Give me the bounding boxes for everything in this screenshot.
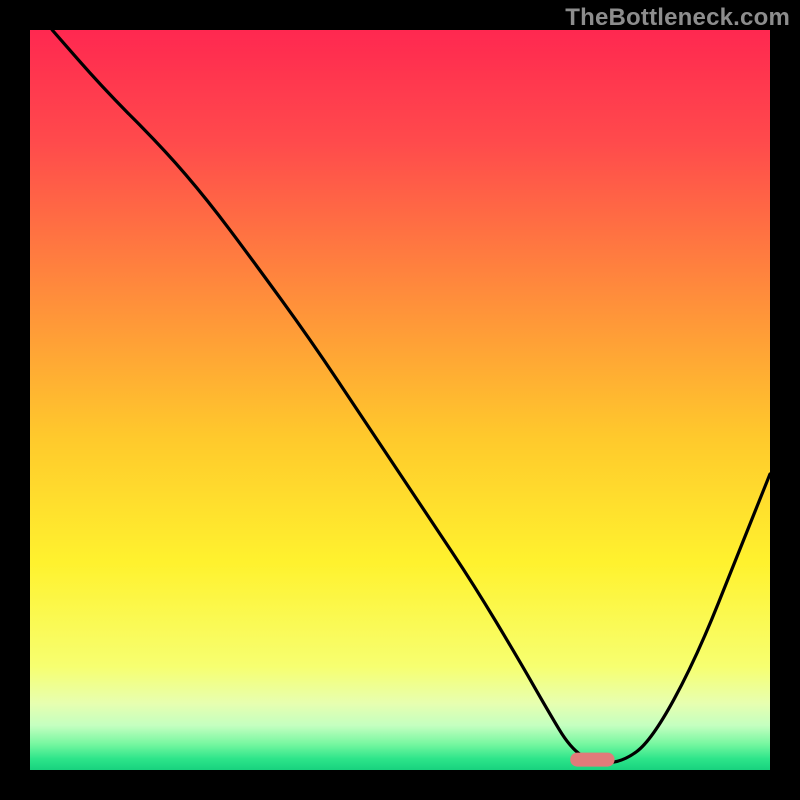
optimal-marker — [570, 753, 614, 767]
watermark: TheBottleneck.com — [565, 4, 790, 32]
chart-frame: { "watermark": "TheBottleneck.com", "col… — [0, 0, 800, 800]
plot-background — [30, 30, 770, 770]
bottleneck-chart — [0, 0, 800, 800]
